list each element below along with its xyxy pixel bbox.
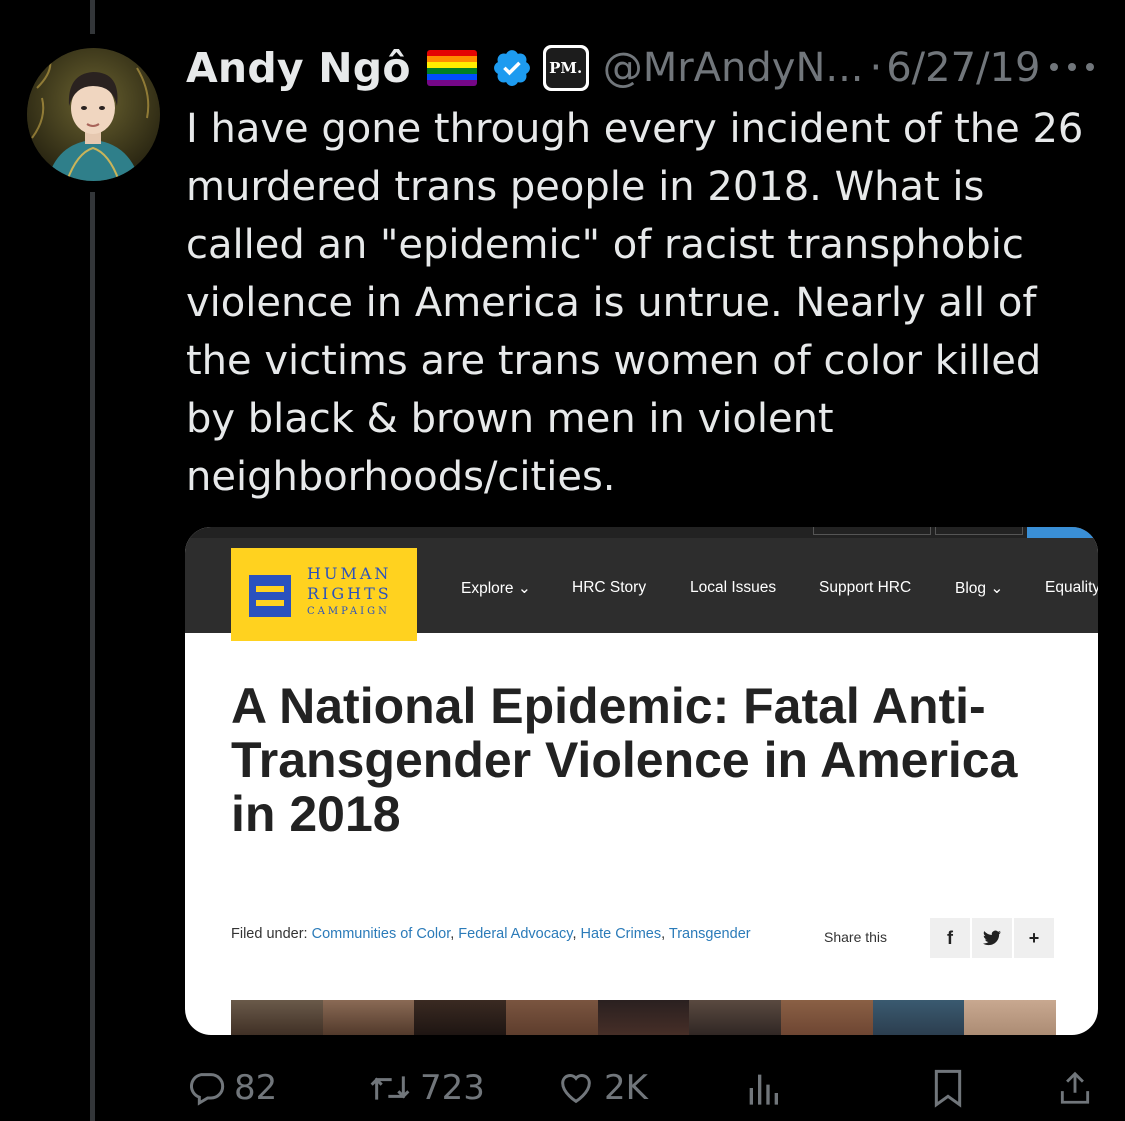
bookmark-button[interactable] xyxy=(930,1062,966,1114)
share-label: Share this xyxy=(824,929,888,945)
retweet-count: 723 xyxy=(420,1068,485,1108)
reply-icon xyxy=(189,1073,225,1106)
share-button[interactable] xyxy=(1056,1062,1094,1114)
hrc-equal-sign-icon xyxy=(249,575,291,617)
victim-photos-strip xyxy=(231,1000,1057,1035)
reply-count: 82 xyxy=(234,1068,278,1108)
like-icon xyxy=(561,1074,591,1104)
article-headline: A National Epidemic: Fatal Anti-Transgen… xyxy=(231,678,1018,842)
header-separator: · xyxy=(869,45,883,91)
share-icon xyxy=(1060,1071,1090,1104)
like-count: 2K xyxy=(604,1068,648,1108)
thread-line-top xyxy=(90,0,95,34)
tweet-header: Andy Ngô PM. @MrAndyN... · 6/27/19 xyxy=(186,40,1040,96)
views-button[interactable] xyxy=(746,1062,780,1114)
bookmark-icon xyxy=(934,1069,962,1108)
twitter-share-icon xyxy=(972,918,1012,958)
thread-line-bottom xyxy=(90,192,95,1121)
reply-button[interactable]: 82 xyxy=(186,1062,277,1114)
retweet-icon xyxy=(370,1076,410,1100)
category-link: Hate Crimes xyxy=(580,926,662,942)
avatar-illustration xyxy=(27,48,160,181)
filed-under: Filed under: Communities of Color, Feder… xyxy=(231,926,751,942)
tweet-actions: 82 723 2K xyxy=(186,1062,1096,1114)
affiliate-badge-text: PM. xyxy=(545,48,586,88)
filed-under-label: Filed under: xyxy=(231,926,308,942)
category-link: Transgender xyxy=(668,926,751,942)
more-options-icon[interactable] xyxy=(1050,54,1094,80)
media-top-strip xyxy=(185,527,1098,538)
category-link: Communities of Color xyxy=(311,926,451,942)
affiliate-badge[interactable]: PM. xyxy=(542,45,589,91)
nav-local-issues: Local Issues xyxy=(690,579,777,596)
avatar[interactable] xyxy=(27,48,160,181)
like-button[interactable]: 2K xyxy=(556,1062,648,1114)
tweet-media[interactable]: Explore ⌄ HRC Story Local Issues Support… xyxy=(185,527,1098,1035)
category-link: Federal Advocacy xyxy=(458,926,573,942)
verified-badge-icon[interactable] xyxy=(491,47,533,89)
retweet-button[interactable]: 723 xyxy=(368,1062,485,1114)
pride-flag-icon xyxy=(426,50,477,86)
facebook-share-icon: f xyxy=(930,918,970,958)
author-handle[interactable]: @MrAndyN... xyxy=(603,45,864,91)
hrc-logo: HUMAN RIGHTS CAMPAIGN xyxy=(231,548,417,641)
hrc-logo-text: HUMAN RIGHTS CAMPAIGN xyxy=(307,564,392,617)
tweet-date[interactable]: 6/27/19 xyxy=(886,45,1040,91)
more-share-icon: + xyxy=(1014,918,1054,958)
nav-equality: Equality xyxy=(1045,579,1098,596)
views-icon xyxy=(749,1074,778,1105)
nav-explore: Explore ⌄ xyxy=(461,580,531,597)
author-name[interactable]: Andy Ngô xyxy=(186,44,411,92)
nav-hrc-story: HRC Story xyxy=(572,579,647,596)
nav-blog: Blog ⌄ xyxy=(955,580,1004,597)
tweet-text: I have gone through every incident of th… xyxy=(186,106,1084,500)
nav-support-hrc: Support HRC xyxy=(819,579,912,596)
